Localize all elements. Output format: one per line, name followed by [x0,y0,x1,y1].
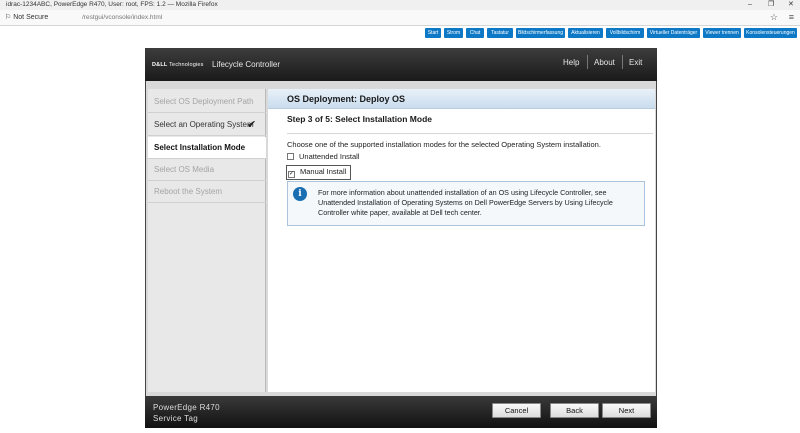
nav-step-reboot[interactable]: Reboot the System [148,181,266,203]
toolbar-chat-button[interactable]: Chat [466,28,484,38]
panel-title: OS Deployment: Deploy OS [287,94,406,104]
header-divider [587,55,588,69]
service-tag: Service Tag [153,414,198,423]
toolbar-virtual-media-button[interactable]: Virtueller Datenträger [647,28,700,38]
manual-install-label: Manual Install [300,167,347,176]
window-titlebar: idrac-1234ABC, PowerEdge R470, User: roo… [0,0,800,10]
info-icon: i [293,187,307,201]
toolbar-fullscreen-button[interactable]: Vollbildschirm [606,28,644,38]
window-title: idrac-1234ABC, PowerEdge R470, User: roo… [6,1,218,8]
back-button[interactable]: Back [550,403,599,418]
toolbar-disconnect-button[interactable]: Viewer trennen [703,28,741,38]
manual-install-option[interactable]: ✓ Manual Install [286,165,352,180]
url-text[interactable]: /restgui/vconsole/index.html [82,12,162,24]
security-indicator[interactable]: ⚐ Not Secure [5,12,48,24]
exit-link[interactable]: Exit [629,58,642,67]
main-panel [268,89,655,392]
minimize-icon[interactable]: – [748,0,752,10]
step-title: Step 3 of 5: Select Installation Mode [287,114,432,124]
toolbar-console-controls-button[interactable]: Konsolensteuerungen [744,28,797,38]
divider [287,133,653,134]
nav-step-installation-mode[interactable]: Select Installation Mode [148,137,266,159]
checkmark-icon: ✔ [247,119,257,131]
hamburger-menu-icon[interactable]: ≡ [789,11,794,23]
not-secure-icon: ⚐ [5,14,12,21]
cancel-button[interactable]: Cancel [492,403,541,418]
restore-icon[interactable]: ❐ [768,0,774,10]
app-title: Lifecycle Controller [212,60,281,69]
manual-install-checkbox[interactable]: ✓ [288,171,295,178]
security-label: Not Secure [13,14,49,21]
step-description: Choose one of the supported installation… [287,140,601,149]
unattended-install-checkbox[interactable] [287,153,294,160]
toolbar-screen-capture-button[interactable]: Bildschirmerfassung [516,28,565,38]
bookmark-star-icon[interactable]: ☆ [770,11,778,23]
panel-header: OS Deployment: Deploy OS [268,89,655,109]
toolbar-power-button[interactable]: Strom [444,28,463,38]
header-divider [622,55,623,69]
address-bar[interactable]: ⚐ Not Secure /restgui/vconsole/index.htm… [0,10,800,26]
close-icon[interactable]: ✕ [788,0,794,10]
info-text: For more information about unattended in… [318,188,613,217]
dell-technologies-logo: D&LL Technologies [152,62,204,68]
nav-step-os-media[interactable]: Select OS Media [148,159,266,181]
next-button[interactable]: Next [602,403,651,418]
unattended-install-label: Unattended Install [299,152,360,161]
help-link[interactable]: Help [563,58,579,67]
about-link[interactable]: About [594,58,615,67]
nav-step-deployment-path[interactable]: Select OS Deployment Path [148,91,266,113]
toolbar-start-button[interactable]: Start [425,28,441,38]
server-model: PowerEdge R470 [153,403,220,412]
unattended-install-option[interactable]: Unattended Install [287,152,359,161]
toolbar-keyboard-button[interactable]: Tastatur [487,28,513,38]
toolbar-refresh-button[interactable]: Aktualisieren [568,28,603,38]
